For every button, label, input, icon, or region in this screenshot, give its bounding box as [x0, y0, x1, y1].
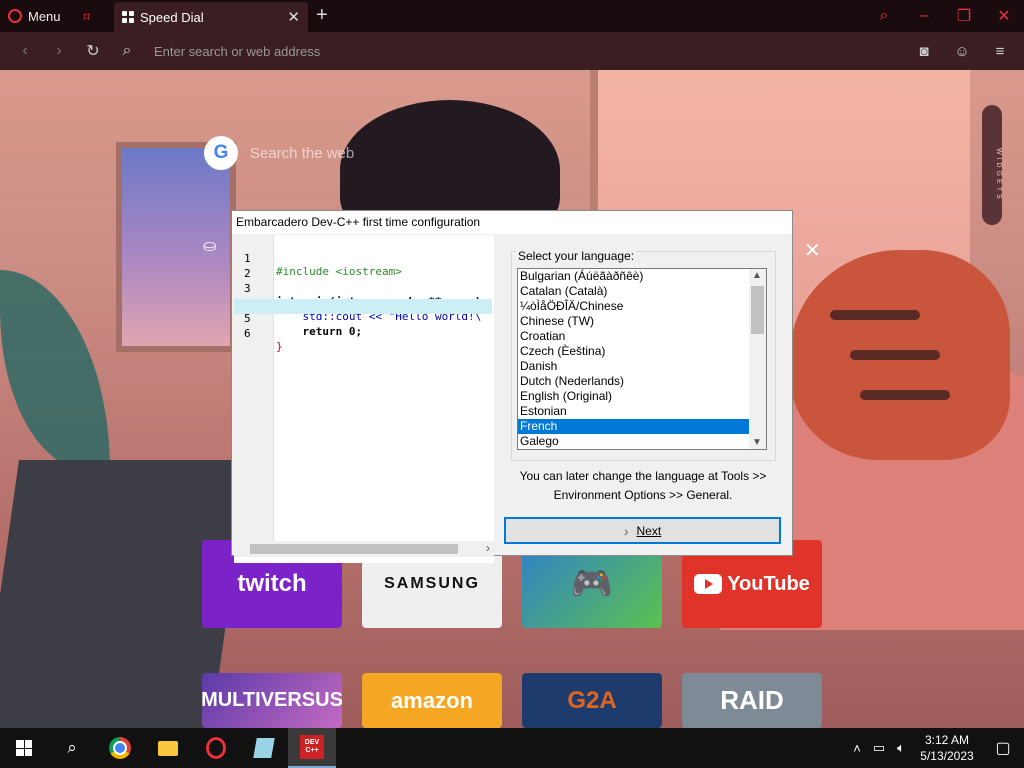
search-placeholder: Search the web [250, 144, 355, 162]
notification-icon[interactable]: ▢ [982, 738, 1024, 758]
code-line: 4 std::cout << "Hello world!\ [244, 297, 482, 323]
folder-icon [158, 740, 178, 756]
chevron-up-icon[interactable]: ˄ [846, 741, 868, 756]
taskbar-search-icon[interactable]: ⌕ [48, 728, 96, 768]
network-icon[interactable]: ▭ [868, 740, 890, 756]
chevron-right-icon: › [623, 522, 629, 539]
language-option[interactable]: Danish [518, 359, 749, 374]
code-line-highlighted: 5 return 0; [234, 299, 492, 338]
widgets-tab[interactable]: WIDGETS [982, 105, 1002, 225]
taskbar-opera[interactable] [192, 728, 240, 768]
google-icon: G [204, 136, 238, 170]
search-tabs-icon[interactable]: ⌕ [864, 7, 904, 25]
cat-illustration [790, 250, 1010, 460]
language-label: Select your language: [516, 249, 637, 263]
code-preview: 1 #include <iostream> 2 3 int main(int a… [234, 235, 494, 563]
clock-time: 3:12 AM [924, 733, 970, 747]
gamepad-icon[interactable]: ⌗ [69, 8, 105, 25]
devcpp-config-dialog: Embarcadero Dev-C++ first time configura… [231, 210, 793, 563]
chrome-icon [109, 737, 131, 759]
code-line: 6 } [244, 327, 283, 353]
language-info-text: You can later change the language at Too… [519, 469, 767, 502]
scroll-up-icon[interactable]: ▲ [752, 270, 762, 281]
tile-raid[interactable]: RAID [682, 673, 822, 728]
code-line: 1 #include <iostream> [244, 252, 402, 278]
language-option[interactable]: Czech (Èeština) [518, 344, 749, 359]
language-option-selected[interactable]: French [518, 419, 749, 434]
system-tray: ˄ ▭ 🔈︎ 3:12 AM 5/13/2023 ▢ [846, 728, 1024, 768]
notepad-icon [253, 738, 275, 758]
minimize-icon[interactable]: – [904, 7, 944, 25]
opera-menu-button[interactable]: Menu [0, 0, 69, 32]
language-option[interactable]: Chinese (TW) [518, 314, 749, 329]
taskbar-devcpp[interactable]: DEV C++ [288, 728, 336, 768]
youtube-label: YouTube [727, 572, 810, 595]
language-option[interactable]: Bulgarian (Áúëãàðñêè) [518, 269, 749, 284]
menu-label: Menu [28, 8, 61, 24]
close-window-icon[interactable]: ✕ [984, 6, 1024, 26]
language-option[interactable]: Catalan (Català) [518, 284, 749, 299]
windows-logo-icon [16, 740, 32, 756]
tab-title: Speed Dial [140, 9, 204, 25]
code-line: 2 [244, 267, 251, 280]
scroll-right-icon[interactable]: › [486, 541, 490, 555]
google-search-box[interactable]: G Search the web [204, 135, 534, 171]
code-line: 3 int main(int argc, char** argv) [244, 282, 481, 308]
language-listbox[interactable]: Bulgarian (Áúëãàðñêè) Catalan (Català) ¼… [517, 268, 767, 450]
language-option[interactable]: English (Original) [518, 389, 749, 404]
tile-multiversus[interactable]: MULTIVERSUS [202, 673, 342, 728]
account-icon[interactable]: ☺ [946, 43, 978, 60]
new-tab-button[interactable]: + [316, 4, 328, 27]
devcpp-icon: DEV C++ [300, 735, 324, 759]
next-button[interactable]: › Next [504, 517, 781, 544]
reload-icon[interactable]: ↻ [76, 41, 110, 61]
language-option[interactable]: ¼òÌåÖÐÎÄ/Chinese [518, 299, 749, 314]
window-controls: ⌕ – ❐ ✕ [864, 0, 1024, 32]
scrollbar-thumb[interactable] [751, 286, 764, 334]
taskbar-notepad[interactable] [240, 728, 288, 768]
language-option[interactable]: Dutch (Nederlands) [518, 374, 749, 389]
back-icon[interactable]: ‹ [8, 42, 42, 60]
search-icon: ⌕ [122, 42, 132, 59]
camera-icon[interactable]: ◙ [908, 43, 940, 60]
clock[interactable]: 3:12 AM 5/13/2023 [912, 732, 982, 764]
windows-taskbar: ⌕ DEV C++ ˄ ▭ 🔈︎ 3:12 AM 5/13/2023 ▢ [0, 728, 1024, 768]
forward-icon[interactable]: › [42, 42, 76, 60]
bag-icon[interactable]: ⛀ [203, 236, 216, 256]
start-button[interactable] [0, 728, 48, 768]
language-option[interactable]: Croatian [518, 329, 749, 344]
tab-speed-dial[interactable]: Speed Dial ✕ [114, 2, 308, 32]
code-horizontal-scrollbar[interactable]: › [234, 541, 494, 557]
dialog-title: Embarcadero Dev-C++ first time configura… [232, 211, 792, 234]
language-option[interactable]: Galego [518, 434, 749, 449]
language-option[interactable]: Estonian [518, 404, 749, 419]
tile-amazon[interactable]: amazon [362, 673, 502, 728]
clock-date: 5/13/2023 [920, 749, 974, 763]
restore-icon[interactable]: ❐ [944, 6, 984, 26]
close-overlay-icon[interactable]: ✕ [804, 238, 821, 263]
volume-icon[interactable]: 🔈︎ [890, 740, 912, 756]
scroll-down-icon[interactable]: ▼ [752, 437, 762, 448]
speed-dial-icon [122, 11, 134, 23]
address-input[interactable]: Enter search or web address [144, 44, 908, 59]
opera-icon [206, 737, 226, 759]
taskbar-chrome[interactable] [96, 728, 144, 768]
opera-logo-icon [8, 9, 22, 23]
youtube-play-icon [694, 574, 723, 594]
address-bar: ‹ › ↻ ⌕ Enter search or web address ◙ ☺ … [0, 32, 1024, 70]
tile-g2a[interactable]: G2A [522, 673, 662, 728]
easy-setup-icon[interactable]: ≡ [984, 43, 1016, 60]
scrollbar-thumb[interactable] [250, 544, 458, 554]
language-vertical-scrollbar[interactable]: ▲ ▼ [749, 269, 766, 449]
close-tab-icon[interactable]: ✕ [287, 8, 300, 26]
taskbar-file-explorer[interactable] [144, 728, 192, 768]
